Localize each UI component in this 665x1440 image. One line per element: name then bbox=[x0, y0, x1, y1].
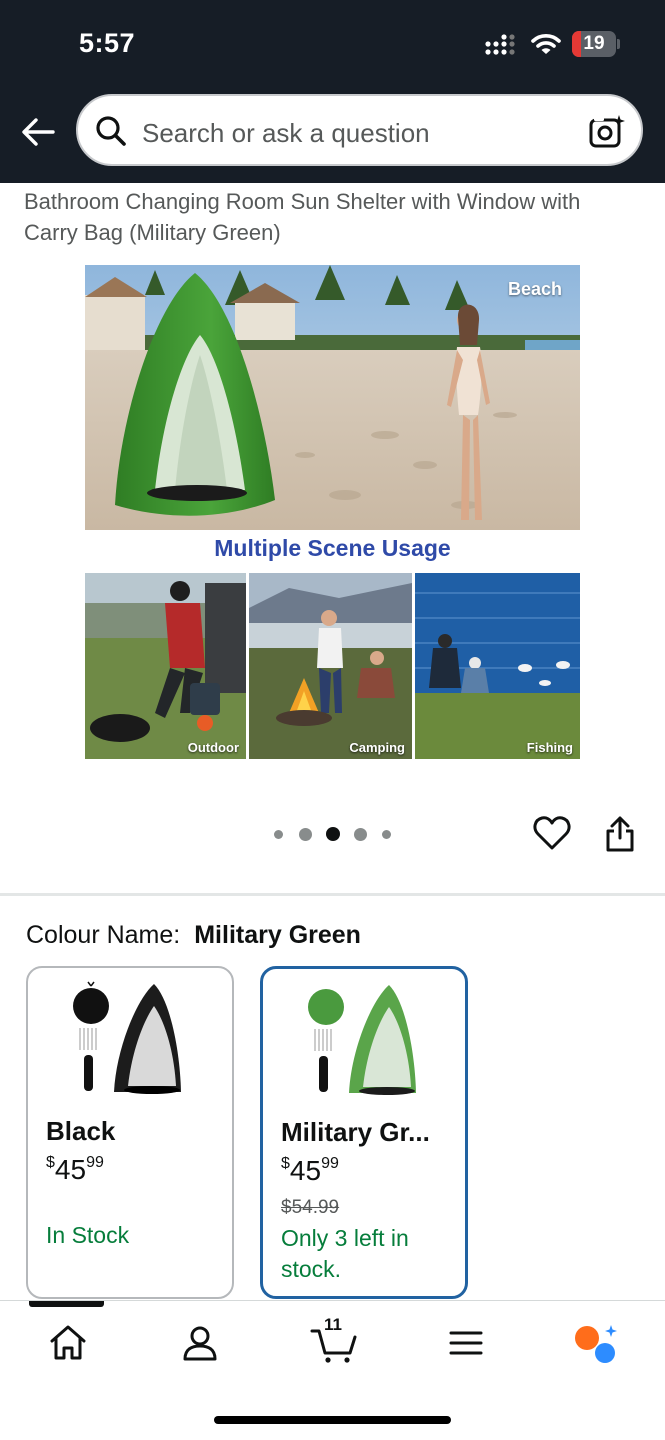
back-arrow-icon[interactable] bbox=[20, 114, 56, 150]
share-icon[interactable] bbox=[604, 815, 636, 853]
colour-label: Colour Name: bbox=[26, 921, 181, 949]
product-image-beach[interactable]: Beach bbox=[85, 265, 580, 530]
camera-lens-icon[interactable] bbox=[588, 113, 626, 149]
green-tent-thumbnail bbox=[308, 985, 416, 1095]
account-icon[interactable] bbox=[180, 1323, 220, 1363]
cart-icon[interactable] bbox=[310, 1323, 358, 1363]
home-indicator bbox=[214, 1416, 451, 1424]
rufus-icon[interactable] bbox=[573, 1323, 619, 1365]
colour-name-row: Colour Name: Military Green bbox=[26, 921, 361, 950]
heart-icon[interactable] bbox=[533, 815, 571, 851]
app-header: 5:57 19 Search or ask a question bbox=[0, 0, 665, 183]
option-price: $4599 bbox=[281, 1155, 339, 1186]
image-pager[interactable] bbox=[272, 826, 396, 842]
scene-heading: Multiple Scene Usage bbox=[214, 535, 451, 561]
thumb-caption: Outdoor bbox=[187, 740, 239, 755]
product-title[interactable]: Bathroom Changing Room Sun Shelter with … bbox=[24, 186, 634, 248]
option-name: Military Gr... bbox=[281, 1117, 430, 1147]
black-tent-thumbnail bbox=[73, 981, 181, 1094]
section-divider bbox=[0, 893, 665, 896]
thumb-fishing: Fishing bbox=[415, 573, 580, 759]
battery-indicator: 19 bbox=[572, 31, 620, 57]
search-icon bbox=[96, 116, 126, 146]
option-price: $4599 bbox=[46, 1154, 104, 1185]
active-tab-indicator bbox=[29, 1301, 104, 1307]
thumb-camping: Camping bbox=[249, 573, 412, 759]
pager-dot[interactable] bbox=[274, 830, 283, 839]
search-bar[interactable]: Search or ask a question bbox=[76, 94, 643, 166]
thumb-caption: Fishing bbox=[526, 740, 573, 755]
cellular-signal-icon bbox=[485, 34, 515, 55]
colour-option-black[interactable]: Black $4599 In Stock bbox=[26, 966, 234, 1299]
pager-dot-active[interactable] bbox=[326, 827, 340, 841]
option-stock-status: In Stock bbox=[46, 1222, 130, 1248]
pager-dot[interactable] bbox=[299, 828, 312, 841]
home-icon[interactable] bbox=[48, 1323, 88, 1363]
search-placeholder[interactable]: Search or ask a question bbox=[142, 118, 430, 149]
option-list-price: $54.99 bbox=[281, 1197, 340, 1218]
option-name: Black bbox=[46, 1116, 116, 1146]
status-time: 5:57 bbox=[79, 28, 136, 58]
thumb-caption: Camping bbox=[349, 740, 405, 755]
battery-level: 19 bbox=[583, 33, 605, 54]
pager-dot[interactable] bbox=[382, 830, 391, 839]
beach-scene-image bbox=[85, 265, 580, 530]
colour-selected-value: Military Green bbox=[194, 921, 361, 949]
menu-icon[interactable] bbox=[446, 1323, 486, 1363]
wifi-icon bbox=[531, 34, 561, 54]
hero-caption: Beach bbox=[507, 279, 562, 299]
thumb-outdoor: Outdoor bbox=[85, 573, 246, 759]
option-stock-status: Only 3 left in stock. bbox=[281, 1225, 409, 1282]
colour-option-military-green[interactable]: Military Gr... $4599 $54.99 Only 3 left … bbox=[260, 966, 468, 1299]
pager-dot[interactable] bbox=[354, 828, 367, 841]
